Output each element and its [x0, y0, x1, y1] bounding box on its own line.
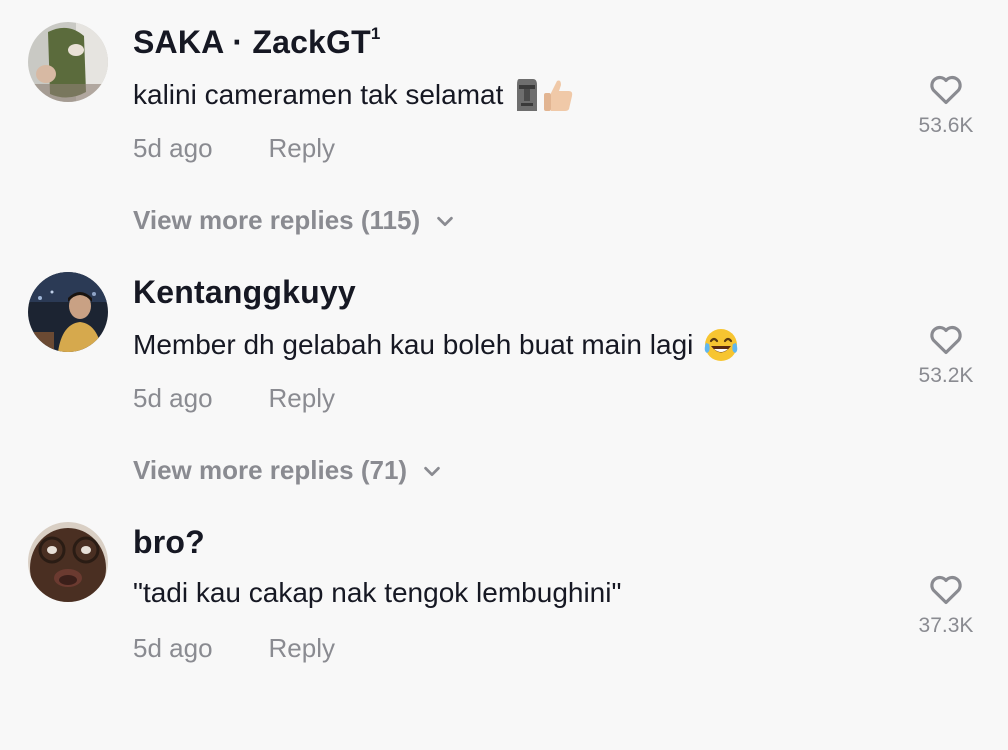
comment-text: kalini cameramen tak selamat [133, 77, 573, 113]
like-count: 53.6K [918, 114, 974, 137]
avatar[interactable] [28, 522, 108, 602]
username-text: Kentanggkuyy [133, 274, 356, 310]
username-superscript: 1 [370, 24, 381, 44]
comment-item: Kentanggkuyy Member dh gelabah kau boleh… [0, 250, 1008, 500]
comment-username[interactable]: Kentanggkuyy [133, 274, 356, 311]
like-button[interactable]: 53.6K [916, 70, 976, 138]
chevron-down-icon [424, 466, 440, 476]
avatar-image [28, 522, 108, 602]
like-button[interactable]: 53.2K [916, 320, 976, 388]
comment-username[interactable]: bro? [133, 524, 205, 561]
heart-icon [930, 75, 962, 105]
comment-text: Member dh gelabah kau boleh buat main la… [133, 327, 739, 363]
comment-text-content: kalini cameramen tak selamat [133, 79, 504, 110]
tears-of-joy-emoji [703, 327, 739, 363]
tears-of-joy-icon [705, 329, 738, 361]
emoji-pair-icon [517, 79, 573, 111]
avatar[interactable] [28, 22, 108, 102]
like-button[interactable]: 37.3K [916, 570, 976, 638]
avatar[interactable] [28, 272, 108, 352]
comment-timestamp: 5d ago [133, 633, 213, 663]
username-text: bro? [133, 524, 205, 560]
username-text: SAKA · ZackGT [133, 24, 371, 60]
avatar-image [28, 22, 108, 102]
view-more-replies-label: View more replies (71) [133, 455, 408, 485]
moai-emoji [513, 77, 573, 113]
avatar-image [28, 272, 108, 352]
view-more-replies-label: View more replies (115) [133, 205, 421, 235]
comment-meta: 5d ago Reply [133, 633, 335, 664]
chevron-down-icon [437, 216, 453, 226]
reply-button[interactable]: Reply [269, 383, 335, 413]
comment-timestamp: 5d ago [133, 383, 213, 413]
like-count: 37.3K [918, 614, 974, 637]
like-count: 53.2K [918, 364, 974, 387]
reply-button[interactable]: Reply [269, 633, 335, 663]
comment-text: "tadi kau cakap nak tengok lembughini" [133, 577, 621, 609]
view-more-replies-button[interactable]: View more replies (115) [133, 205, 456, 236]
heart-icon [930, 325, 962, 355]
comment-item: bro? "tadi kau cakap nak tengok lembughi… [0, 500, 1008, 750]
heart-icon [930, 575, 962, 605]
comment-text-content: "tadi kau cakap nak tengok lembughini" [133, 577, 622, 608]
comment-item: SAKA · ZackGT1 kalini cameramen tak sela… [0, 0, 1008, 250]
comment-username[interactable]: SAKA · ZackGT1 [133, 24, 381, 61]
comment-text-content: Member dh gelabah kau boleh buat main la… [133, 329, 694, 360]
comment-timestamp: 5d ago [133, 133, 213, 163]
view-more-replies-button[interactable]: View more replies (71) [133, 455, 443, 486]
comment-meta: 5d ago Reply [133, 133, 335, 164]
reply-button[interactable]: Reply [269, 133, 335, 163]
comment-meta: 5d ago Reply [133, 383, 335, 414]
